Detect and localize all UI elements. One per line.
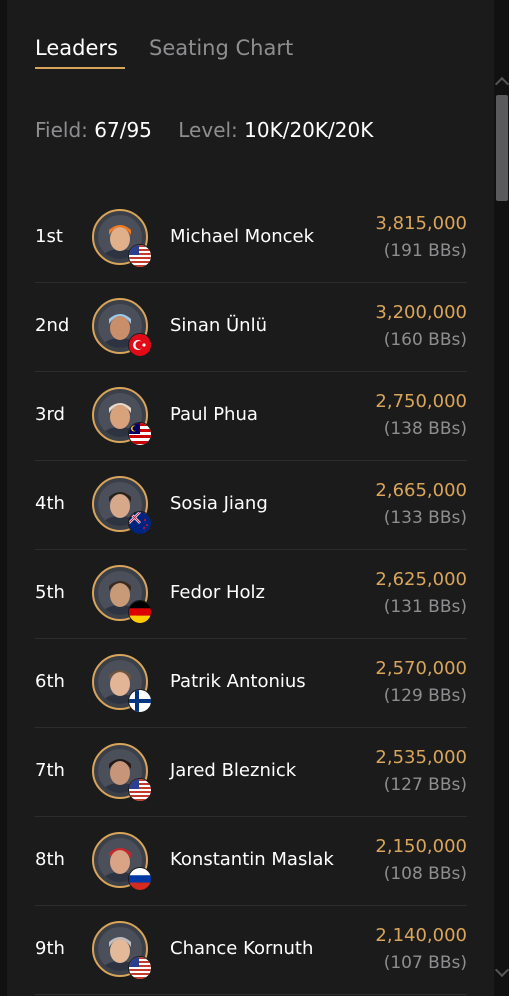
leaderboard-row[interactable]: 4th Sosia Jiang 2,665,000 (133 BBs) (35, 461, 467, 550)
finland-flag-icon (128, 689, 152, 713)
player-big-blinds: (129 BBs) (383, 686, 467, 706)
player-rank: 3rd (35, 404, 65, 425)
player-rank: 8th (35, 849, 65, 870)
level-value: 10K/20K/20K (244, 118, 374, 142)
player-avatar (92, 476, 152, 535)
player-name[interactable]: Chance Kornuth (170, 938, 313, 959)
leaderboard-row[interactable]: 3rd Paul Phua 2,750,000 (138 BBs) (35, 372, 467, 461)
player-rank: 5th (35, 582, 65, 603)
player-big-blinds: (191 BBs) (383, 241, 467, 261)
scroll-up-arrow-icon[interactable] (494, 76, 509, 92)
leaderboard-row[interactable]: 9th Chance Kornuth 2,140,000 (107 BBs) (35, 906, 467, 995)
turkey-flag-icon (128, 333, 152, 357)
player-chip-count: 3,200,000 (375, 302, 467, 323)
player-name[interactable]: Fedor Holz (170, 582, 265, 603)
player-chip-count: 2,150,000 (375, 836, 467, 857)
player-big-blinds: (133 BBs) (383, 508, 467, 528)
leaderboard-row[interactable]: 1st Michael Moncek 3,815,000 (191 BBs) (35, 194, 467, 283)
us-flag-icon (128, 778, 152, 802)
player-chip-count: 2,665,000 (375, 480, 467, 501)
leaderboard-list: 1st Michael Moncek 3,815,000 (191 BBs) 2nd Si… (35, 194, 467, 995)
active-tab-indicator (35, 67, 125, 69)
field-label: Field: (35, 118, 88, 142)
player-rank: 7th (35, 760, 65, 781)
player-avatar (92, 565, 152, 624)
russia-flag-icon (128, 867, 152, 891)
player-rank: 6th (35, 671, 65, 692)
germany-flag-icon (128, 600, 152, 624)
tournament-summary: Field: 67/95 Level: 10K/20K/20K (35, 118, 373, 142)
player-chip-count: 2,750,000 (375, 391, 467, 412)
player-big-blinds: (138 BBs) (383, 419, 467, 439)
player-big-blinds: (131 BBs) (383, 597, 467, 617)
player-rank: 4th (35, 493, 65, 514)
us-flag-icon (128, 244, 152, 268)
player-chip-count: 2,140,000 (375, 925, 467, 946)
player-big-blinds: (108 BBs) (383, 864, 467, 884)
player-avatar (92, 832, 152, 891)
player-big-blinds: (107 BBs) (383, 953, 467, 973)
player-avatar (92, 743, 152, 802)
player-big-blinds: (127 BBs) (383, 775, 467, 795)
player-name[interactable]: Konstantin Maslak (170, 849, 334, 870)
leaderboard-row[interactable]: 6th Patrik Antonius 2,570,000 (129 BBs) (35, 639, 467, 728)
leaderboard-row[interactable]: 2nd Sinan Ünlü 3,200,000 (160 BBs) (35, 283, 467, 372)
player-rank: 9th (35, 938, 65, 959)
field-value: 67/95 (94, 118, 152, 142)
scroll-thumb[interactable] (496, 95, 508, 201)
us-flag-icon (128, 956, 152, 980)
player-name[interactable]: Michael Moncek (170, 226, 314, 247)
level-label: Level: (178, 118, 238, 142)
player-rank: 2nd (35, 315, 70, 336)
player-chip-count: 2,570,000 (375, 658, 467, 679)
tab-seating-chart[interactable]: Seating Chart (149, 36, 293, 60)
player-name[interactable]: Patrik Antonius (170, 671, 306, 692)
malaysia-flag-icon (128, 422, 152, 446)
player-avatar (92, 209, 152, 268)
tab-leaders[interactable]: Leaders (35, 36, 118, 60)
leaderboard-row[interactable]: 8th Konstantin Maslak 2,150,000 (108 BBs) (35, 817, 467, 906)
scrollbar[interactable] (494, 75, 509, 996)
player-chip-count: 2,535,000 (375, 747, 467, 768)
player-name[interactable]: Paul Phua (170, 404, 258, 425)
player-big-blinds: (160 BBs) (383, 330, 467, 350)
player-rank: 1st (35, 226, 63, 247)
player-avatar (92, 387, 152, 446)
leaderboard-row[interactable]: 7th Jared Bleznick 2,535,000 (127 BBs) (35, 728, 467, 817)
player-avatar (92, 298, 152, 357)
player-chip-count: 2,625,000 (375, 569, 467, 590)
player-name[interactable]: Jared Bleznick (170, 760, 296, 781)
player-name[interactable]: Sosia Jiang (170, 493, 268, 514)
player-name[interactable]: Sinan Ünlü (170, 315, 267, 336)
scroll-down-arrow-icon[interactable] (494, 962, 509, 978)
new-zealand-flag-icon (128, 511, 152, 535)
player-chip-count: 3,815,000 (375, 213, 467, 234)
player-avatar (92, 921, 152, 980)
player-avatar (92, 654, 152, 713)
leaderboard-row[interactable]: 5th Fedor Holz 2,625,000 (131 BBs) (35, 550, 467, 639)
